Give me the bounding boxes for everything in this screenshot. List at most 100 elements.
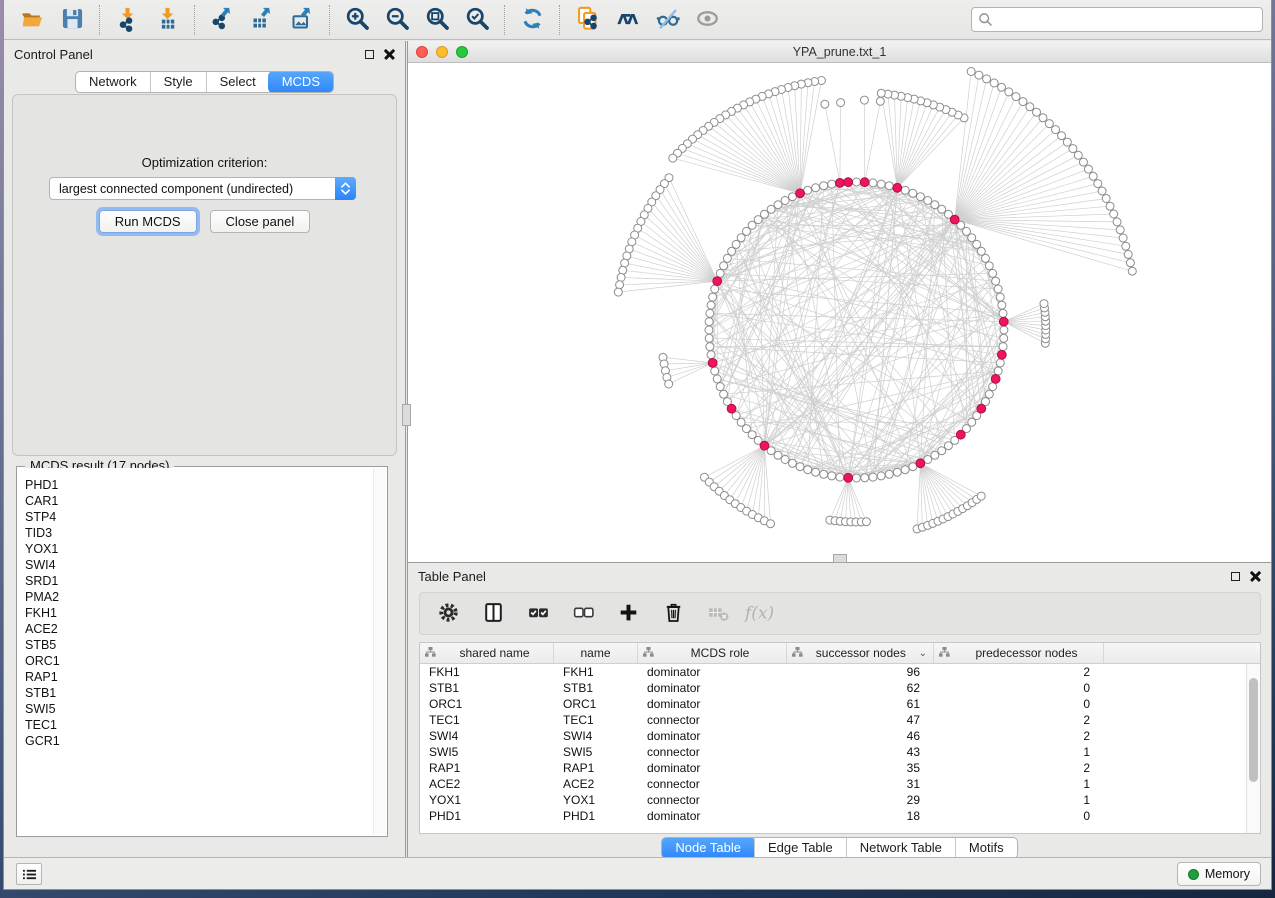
- network-node[interactable]: [996, 293, 1004, 301]
- network-node[interactable]: [999, 343, 1007, 351]
- network-node[interactable]: [901, 466, 909, 474]
- network-node[interactable]: [885, 182, 893, 190]
- network-node[interactable]: [989, 269, 997, 277]
- tab-select[interactable]: Select: [206, 72, 269, 92]
- memory-button[interactable]: Memory: [1177, 862, 1261, 886]
- mcds-node[interactable]: [991, 375, 1000, 384]
- close-panel-button[interactable]: Close panel: [210, 210, 311, 233]
- network-node[interactable]: [860, 96, 868, 104]
- result-node[interactable]: ACE2: [25, 621, 373, 637]
- table-row[interactable]: ACE2ACE2connector311: [420, 776, 1246, 792]
- result-node[interactable]: GCR1: [25, 733, 373, 749]
- network-node[interactable]: [1012, 93, 1020, 101]
- network-node[interactable]: [774, 451, 782, 459]
- network-node[interactable]: [994, 285, 1002, 293]
- tab-mcds[interactable]: MCDS: [268, 71, 334, 93]
- network-node[interactable]: [1094, 180, 1102, 188]
- network-node[interactable]: [821, 100, 829, 108]
- result-node[interactable]: STB1: [25, 685, 373, 701]
- network-node[interactable]: [706, 309, 714, 317]
- column-header-successor-nodes[interactable]: successor nodes⌄: [787, 643, 934, 663]
- network-node[interactable]: [876, 97, 884, 105]
- network-node[interactable]: [1000, 334, 1008, 342]
- network-node[interactable]: [820, 470, 828, 478]
- network-node[interactable]: [1102, 195, 1110, 203]
- network-node[interactable]: [828, 472, 836, 480]
- network-node[interactable]: [804, 186, 812, 194]
- result-node[interactable]: SWI5: [25, 701, 373, 717]
- mcds-node[interactable]: [997, 350, 1006, 359]
- network-node[interactable]: [901, 186, 909, 194]
- settings-button[interactable]: [430, 596, 466, 632]
- network-node[interactable]: [812, 468, 820, 476]
- network-node[interactable]: [1026, 103, 1034, 111]
- network-node[interactable]: [804, 466, 812, 474]
- network-node[interactable]: [705, 326, 713, 334]
- network-node[interactable]: [999, 309, 1007, 317]
- network-node[interactable]: [669, 154, 677, 162]
- network-node[interactable]: [994, 367, 1002, 375]
- network-node[interactable]: [1098, 187, 1106, 195]
- network-node[interactable]: [820, 182, 828, 190]
- table-row[interactable]: ORC1ORC1dominator610: [420, 696, 1246, 712]
- select-all-button[interactable]: [520, 596, 556, 632]
- network-node[interactable]: [877, 89, 885, 97]
- table-row[interactable]: TEC1TEC1connector472: [420, 712, 1246, 728]
- network-node[interactable]: [711, 285, 719, 293]
- criterion-dropdown[interactable]: largest connected component (undirected): [49, 177, 356, 200]
- table-row[interactable]: SWI4SWI4dominator462: [420, 728, 1246, 744]
- network-node[interactable]: [975, 71, 983, 79]
- network-node[interactable]: [916, 193, 924, 201]
- mcds-node[interactable]: [893, 183, 902, 192]
- mcds-node[interactable]: [836, 179, 845, 188]
- result-node[interactable]: SWI4: [25, 557, 373, 573]
- export-image-button[interactable]: [282, 3, 322, 37]
- network-node[interactable]: [665, 380, 673, 388]
- result-node[interactable]: FKH1: [25, 605, 373, 621]
- network-node[interactable]: [716, 383, 724, 391]
- show-column-button[interactable]: [475, 596, 511, 632]
- network-node[interactable]: [1045, 120, 1053, 128]
- network-node[interactable]: [711, 367, 719, 375]
- result-node[interactable]: YOX1: [25, 541, 373, 557]
- network-node[interactable]: [1119, 234, 1127, 242]
- network-node[interactable]: [707, 351, 715, 359]
- network-node[interactable]: [1069, 145, 1077, 153]
- table-row[interactable]: RAP1RAP1dominator352: [420, 760, 1246, 776]
- network-node[interactable]: [1126, 259, 1134, 267]
- network-node[interactable]: [723, 254, 731, 262]
- network-node[interactable]: [1122, 242, 1130, 250]
- network-node[interactable]: [1106, 202, 1114, 210]
- network-node[interactable]: [706, 343, 714, 351]
- float-table-panel-icon[interactable]: [1231, 572, 1240, 581]
- network-node[interactable]: [619, 266, 627, 274]
- tab-network-table[interactable]: Network Table: [846, 838, 955, 858]
- network-node[interactable]: [781, 197, 789, 205]
- result-node[interactable]: SRD1: [25, 573, 373, 589]
- network-node[interactable]: [812, 184, 820, 192]
- zoom-in-button[interactable]: [337, 3, 377, 37]
- close-panel-icon[interactable]: [384, 49, 395, 60]
- network-node[interactable]: [767, 520, 775, 528]
- close-table-panel-icon[interactable]: [1250, 571, 1261, 582]
- status-menu-button[interactable]: [16, 863, 42, 885]
- network-node[interactable]: [893, 468, 901, 476]
- tab-node-table[interactable]: Node Table: [661, 837, 755, 859]
- network-node[interactable]: [869, 179, 877, 187]
- zoom-out-button[interactable]: [377, 3, 417, 37]
- network-node[interactable]: [1128, 267, 1136, 275]
- network-node[interactable]: [990, 79, 998, 87]
- network-node[interactable]: [720, 390, 728, 398]
- mcds-node[interactable]: [708, 359, 717, 368]
- network-node[interactable]: [924, 197, 932, 205]
- import-network-button[interactable]: [107, 3, 147, 37]
- network-node[interactable]: [1040, 300, 1048, 308]
- export-network-button[interactable]: [202, 3, 242, 37]
- network-node[interactable]: [1052, 126, 1060, 134]
- network-node[interactable]: [617, 274, 625, 282]
- network-node[interactable]: [989, 383, 997, 391]
- network-node[interactable]: [614, 288, 622, 296]
- network-node[interactable]: [861, 474, 869, 482]
- zoom-fit-button[interactable]: [417, 3, 457, 37]
- table-row[interactable]: FKH1FKH1dominator962: [420, 664, 1246, 680]
